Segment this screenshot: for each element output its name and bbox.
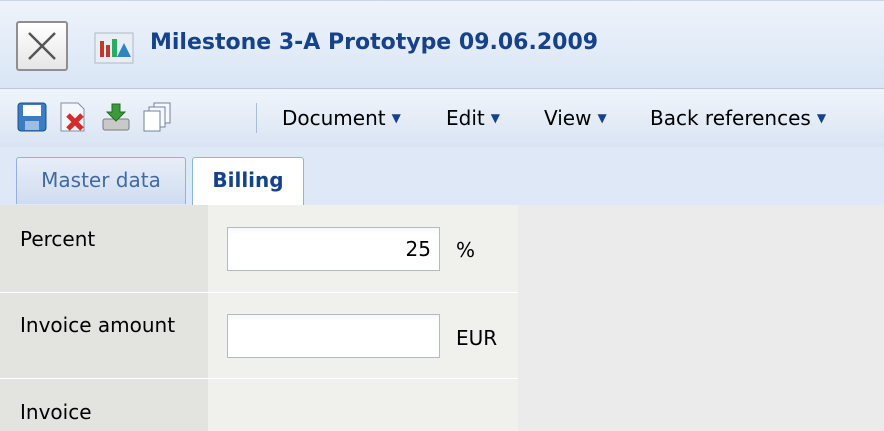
invoice-amount-input[interactable] <box>227 314 440 358</box>
invoice-amount-label: Invoice amount <box>20 313 176 337</box>
chevron-down-icon: ▼ <box>597 111 607 125</box>
invoice-label: Invoice <box>20 400 92 424</box>
toolbar-separator <box>256 103 257 133</box>
tab-master-data[interactable]: Master data <box>16 157 186 204</box>
close-icon <box>28 32 56 60</box>
download-icon[interactable] <box>100 101 132 133</box>
invoice-amount-unit: EUR <box>456 326 498 350</box>
percent-unit: % <box>456 238 476 262</box>
percent-input[interactable]: 25 <box>227 227 440 271</box>
menu-document[interactable]: Document ▼ <box>282 106 401 130</box>
menu-view-label: View <box>544 106 592 130</box>
menu-edit[interactable]: Edit ▼ <box>446 106 500 130</box>
chevron-down-icon: ▼ <box>391 111 401 125</box>
chevron-down-icon: ▼ <box>490 111 500 125</box>
app-icon <box>94 32 134 64</box>
row-divider <box>0 292 518 293</box>
menu-back-references-label: Back references <box>650 106 811 130</box>
title-bar: Milestone 3-A Prototype 09.06.2009 <box>0 0 884 89</box>
row-divider <box>0 378 518 379</box>
percent-label: Percent <box>20 227 96 251</box>
tab-billing[interactable]: Billing <box>192 157 304 205</box>
toolbar: Document ▼ Edit ▼ View ▼ Back references ▼ <box>0 88 884 148</box>
menu-edit-label: Edit <box>446 106 485 130</box>
tab-strip: Master data Billing <box>0 147 884 206</box>
delete-icon[interactable] <box>56 101 88 133</box>
menu-back-references[interactable]: Back references ▼ <box>650 106 826 130</box>
copy-icon[interactable] <box>142 101 174 133</box>
menu-view[interactable]: View ▼ <box>544 106 607 130</box>
save-icon[interactable] <box>16 101 48 133</box>
chevron-down-icon: ▼ <box>816 111 827 125</box>
empty-panel <box>518 205 884 431</box>
billing-form: Percent 25 % Invoice amount EUR Invoice <box>0 205 518 431</box>
window-title: Milestone 3-A Prototype 09.06.2009 <box>150 30 599 55</box>
close-button[interactable] <box>16 21 68 71</box>
menu-document-label: Document <box>282 106 386 130</box>
